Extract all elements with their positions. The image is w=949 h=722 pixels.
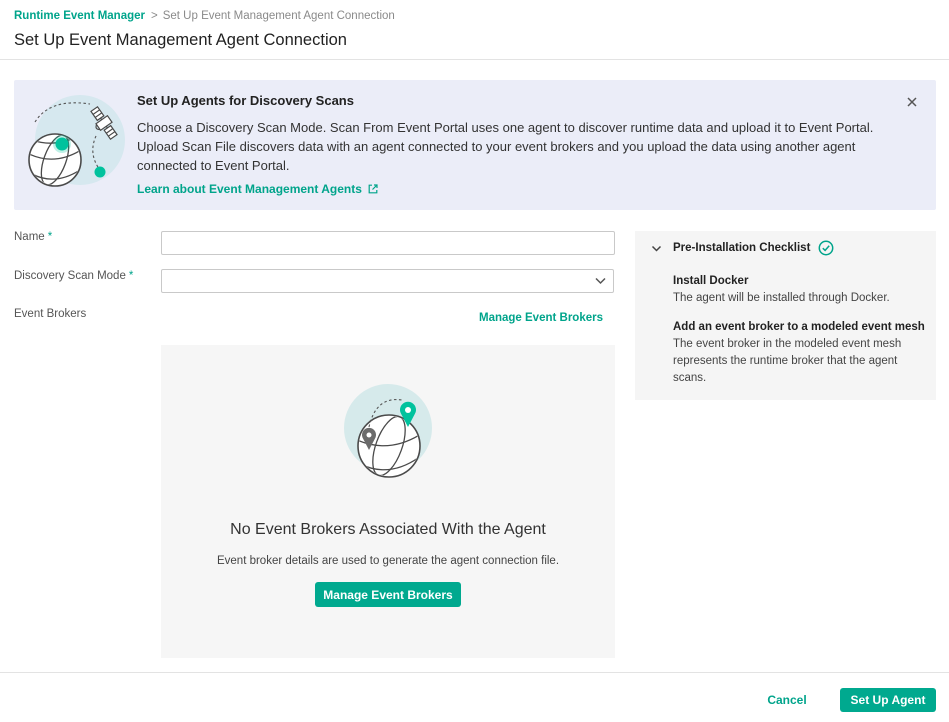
breadcrumb-link-runtime-event-manager[interactable]: Runtime Event Manager [14,10,145,22]
chevron-down-icon [595,277,606,285]
checklist-item-description: The event broker in the modeled event me… [673,338,902,384]
check-circle-icon [818,240,834,256]
discovery-scan-mode-select[interactable] [161,269,614,293]
globe-satellite-illustration [28,95,125,187]
chevron-down-icon[interactable] [651,245,662,253]
manage-event-brokers-link[interactable]: Manage Event Brokers [479,310,603,326]
banner-title: Set Up Agents for Discovery Scans [137,93,354,108]
checklist-header: Pre-Installation Checklist [673,240,834,256]
checklist-item-description: The agent will be installed through Dock… [673,292,890,304]
close-icon[interactable] [906,96,918,108]
external-link-icon [368,184,378,194]
learn-more-link[interactable]: Learn about Event Management Agents [137,181,378,197]
discovery-scan-mode-label-text: Discovery Scan Mode [14,270,126,282]
pre-installation-checklist: Pre-Installation Checklist Install Docke… [635,231,936,400]
required-marker: * [128,270,134,282]
banner-body: Choose a Discovery Scan Mode. Scan From … [137,120,874,173]
checklist-item-title: Install Docker [673,275,749,287]
breadcrumb: Runtime Event Manager > Set Up Event Manag… [14,9,395,24]
header-divider [0,59,949,60]
info-banner: Set Up Agents for Discovery Scans Choose… [14,80,936,210]
event-brokers-empty-state: No Event Brokers Associated With the Age… [161,345,615,658]
cancel-button[interactable]: Cancel [760,690,814,710]
learn-more-link-label: Learn about Event Management Agents [137,182,362,196]
globe-pin-illustration [344,384,432,478]
manage-event-brokers-button[interactable]: Manage Event Brokers [315,582,461,607]
name-input[interactable] [161,231,615,255]
empty-state-title: No Event Brokers Associated With the Age… [230,521,546,538]
page-title: Set Up Event Management Agent Connection [14,31,347,49]
empty-state-description: Event broker details are used to generat… [216,555,560,567]
required-marker: * [47,231,53,243]
name-label: Name * [14,229,52,245]
name-label-text: Name [14,231,45,243]
breadcrumb-separator: > [151,10,158,22]
set-up-agent-button[interactable]: Set Up Agent [840,688,936,712]
footer-divider [0,672,949,673]
discovery-scan-mode-label: Discovery Scan Mode * [14,268,133,284]
breadcrumb-current: Set Up Event Management Agent Connection [162,10,395,22]
checklist-title: Pre-Installation Checklist [673,242,811,254]
event-brokers-label: Event Brokers [14,308,87,320]
checklist-item-title: Add an event broker to a modeled event m… [673,321,925,333]
